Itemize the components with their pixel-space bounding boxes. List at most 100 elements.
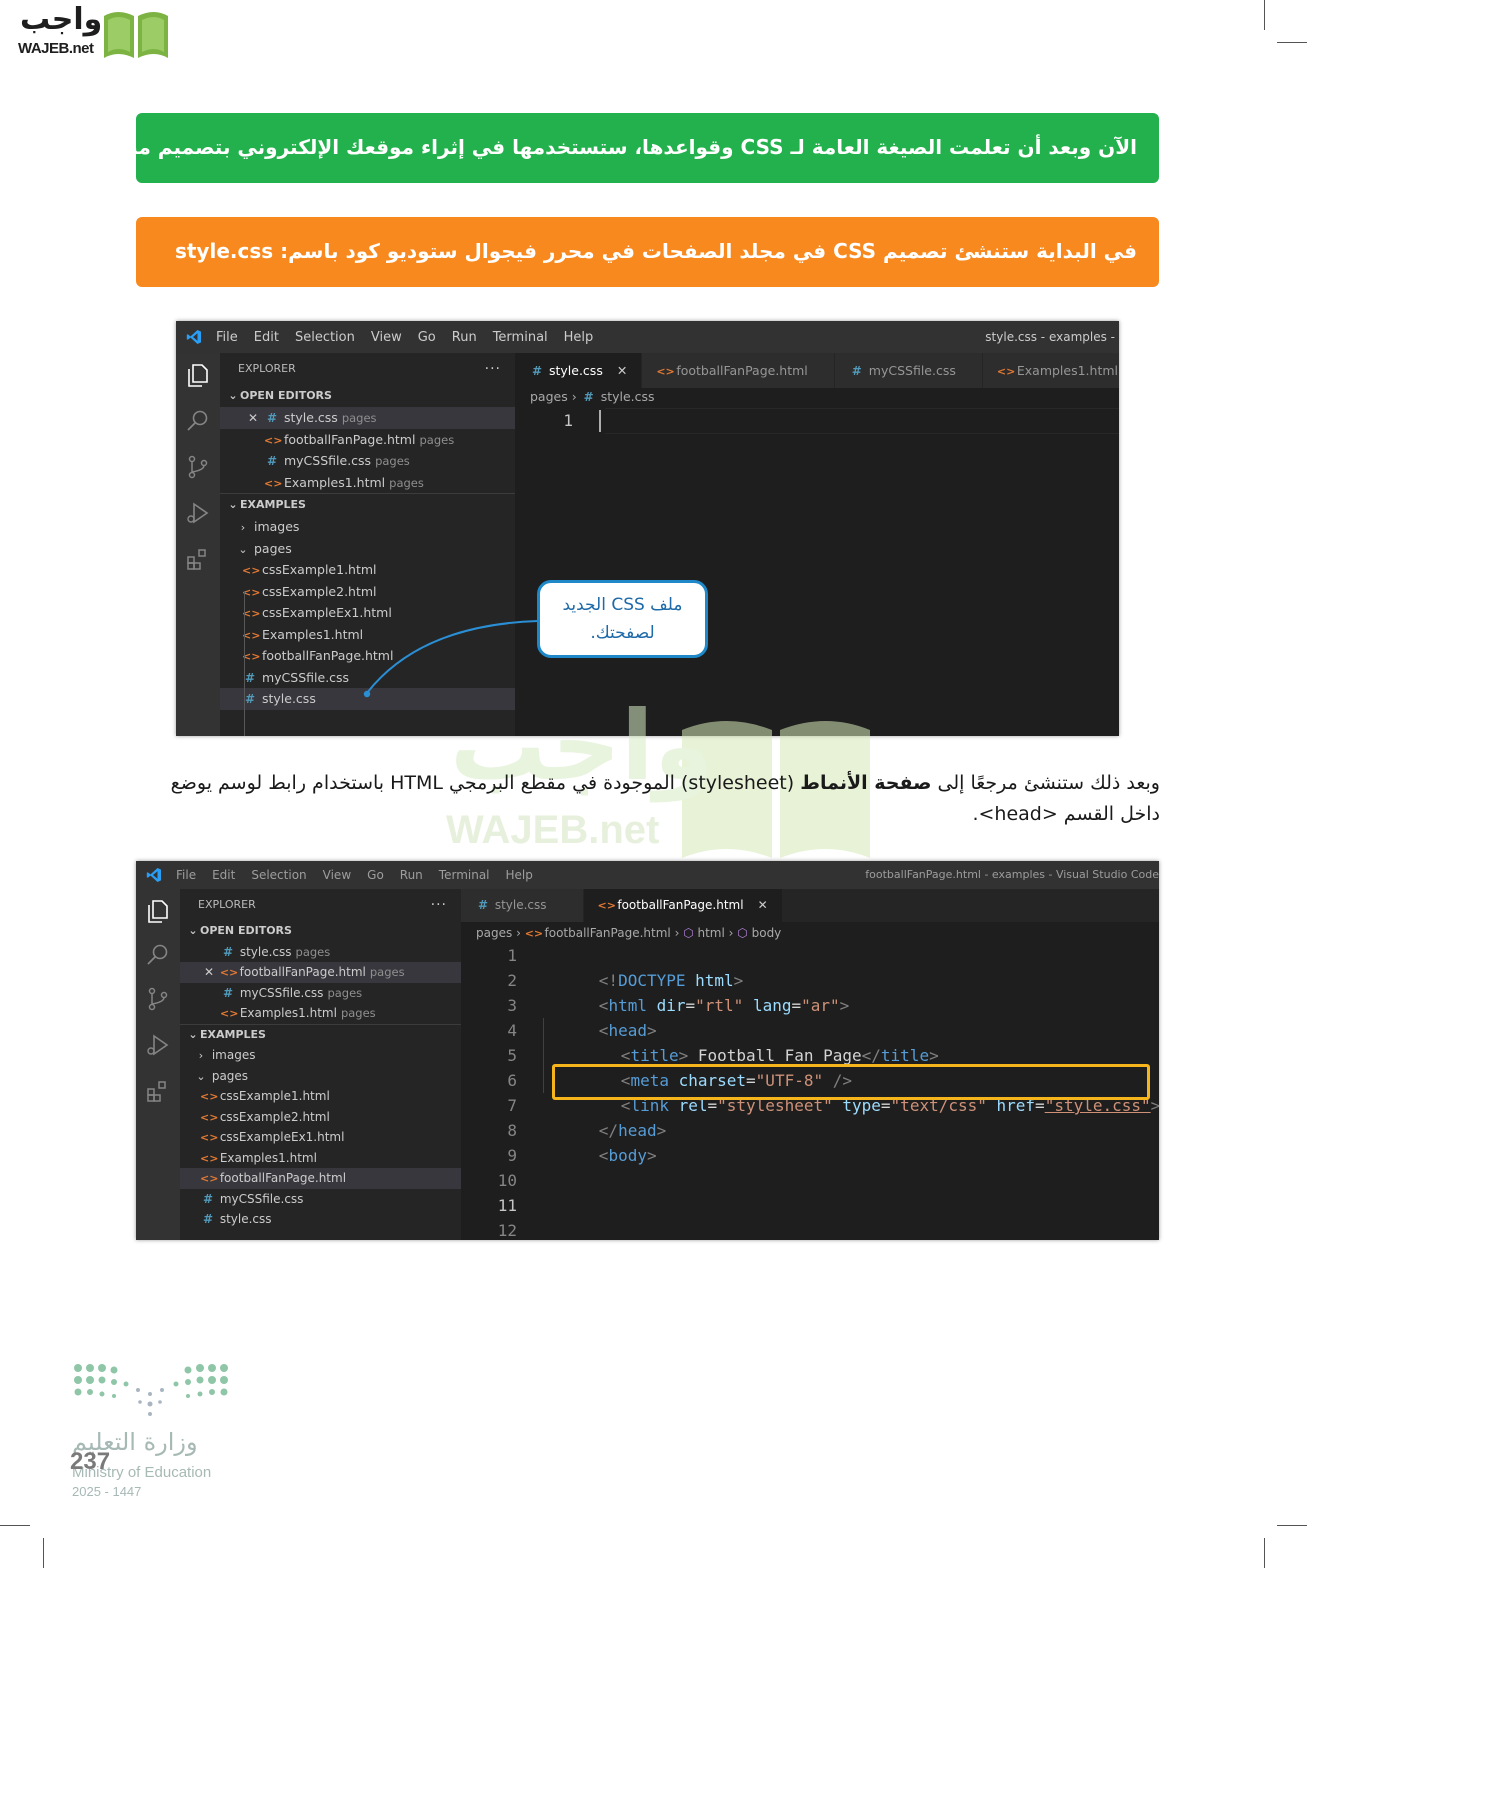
tab-style-css[interactable]: # style.css ✕	[515, 353, 643, 388]
intro-banner: الآن وبعد أن تعلمت الصيغة العامة لـ CSS …	[136, 113, 1159, 183]
open-editor-item[interactable]: <> Examples1.html pages	[180, 1003, 461, 1024]
menu-go[interactable]: Go	[410, 330, 444, 345]
menu-file[interactable]: File	[168, 868, 204, 882]
editor-tabs: # style.css ✕ <> footballFanPage.html # m…	[515, 353, 1119, 388]
file-item-selected[interactable]: <> footballFanPage.html	[180, 1168, 461, 1189]
paragraph-text: وبعد ذلك ستنشئ مرجعًا إلى	[931, 772, 1160, 794]
tab-mycssfile-css[interactable]: # myCSSfile.css	[834, 353, 983, 388]
menu-run[interactable]: Run	[392, 868, 431, 882]
menu-view[interactable]: View	[363, 330, 410, 345]
run-debug-icon[interactable]	[144, 1031, 172, 1059]
open-editor-item[interactable]: # myCSSfile.css pages	[220, 450, 515, 472]
breadcrumb-item[interactable]: html	[698, 926, 725, 940]
explorer-icon[interactable]	[184, 361, 212, 389]
file-item[interactable]: <> cssExampleEx1.html	[180, 1127, 461, 1148]
file-item[interactable]: # myCSSfile.css	[180, 1189, 461, 1210]
tab-style-css[interactable]: # style.css	[461, 889, 584, 922]
folder-pages[interactable]: ⌄ pages	[220, 538, 515, 560]
menu-view[interactable]: View	[315, 868, 359, 882]
breadcrumb-item[interactable]: footballFanPage.html	[545, 926, 671, 940]
open-editors-label: OPEN EDITORS	[240, 389, 332, 402]
chevron-right-icon: ›	[571, 389, 581, 404]
extensions-icon[interactable]	[184, 545, 212, 573]
tab-footballfanpage-html[interactable]: <> footballFanPage.html	[642, 353, 835, 388]
token: >	[656, 1121, 667, 1140]
text-cursor	[599, 410, 601, 432]
file-item[interactable]: <> cssExample1.html	[220, 559, 515, 581]
html-icon: <>	[200, 1131, 219, 1144]
more-actions-icon[interactable]: ···	[485, 353, 501, 385]
search-icon[interactable]	[184, 407, 212, 435]
explorer-icon[interactable]	[144, 897, 172, 925]
file-item[interactable]: # style.css	[180, 1209, 461, 1230]
source-control-icon[interactable]	[184, 453, 212, 481]
token: =	[685, 996, 696, 1015]
close-tab-icon[interactable]: ✕	[617, 363, 627, 378]
line-number: 4	[507, 1021, 517, 1040]
file-item[interactable]: <> cssExample2.html	[180, 1107, 461, 1128]
tab-footballfanpage-html[interactable]: <> footballFanPage.html ✕	[583, 889, 783, 922]
breadcrumb-item[interactable]: pages	[530, 389, 568, 404]
open-editor-item[interactable]: <> Examples1.html pages	[220, 472, 515, 494]
callout-line2: لصفحتك.	[590, 623, 655, 643]
menu-help[interactable]: Help	[556, 330, 602, 345]
folder-images[interactable]: › images	[180, 1045, 461, 1066]
breadcrumb-item[interactable]: pages	[476, 926, 512, 940]
crop-mark	[0, 1525, 30, 1526]
menu-file[interactable]: File	[208, 330, 246, 345]
open-editors-label: OPEN EDITORS	[200, 924, 292, 937]
menu-edit[interactable]: Edit	[204, 868, 243, 882]
tab-examples1-html[interactable]: <> Examples1.html	[982, 353, 1119, 388]
file-item[interactable]: <> Examples1.html	[180, 1148, 461, 1169]
file-name: cssExampleEx1.html	[219, 1130, 345, 1144]
more-actions-icon[interactable]: ···	[431, 889, 447, 921]
html-icon: <>	[656, 365, 675, 378]
examples-section[interactable]: ⌄ EXAMPLES	[220, 494, 515, 516]
menu-selection[interactable]: Selection	[243, 868, 314, 882]
folder-name: pages	[211, 1068, 249, 1083]
chevron-right-icon: ›	[674, 926, 684, 940]
open-editors-section[interactable]: ⌄ OPEN EDITORS	[180, 921, 461, 942]
vscode-window-footballfanpage: File Edit Selection View Go Run Terminal…	[136, 861, 1159, 1240]
menu-terminal[interactable]: Terminal	[485, 330, 556, 345]
extensions-icon[interactable]	[144, 1077, 172, 1105]
breadcrumb-item[interactable]: body	[752, 926, 782, 940]
file-name: Examples1.html	[283, 474, 386, 490]
examples-section[interactable]: ⌄ EXAMPLES	[180, 1025, 461, 1046]
file-item[interactable]: <> cssExample1.html	[180, 1086, 461, 1107]
file-item[interactable]: <> cssExample2.html	[220, 581, 515, 603]
source-control-icon[interactable]	[144, 985, 172, 1013]
folder-images[interactable]: › images	[220, 516, 515, 538]
folder-pages[interactable]: ⌄ pages	[180, 1066, 461, 1087]
menu-edit[interactable]: Edit	[246, 330, 287, 345]
menu-terminal[interactable]: Terminal	[431, 868, 498, 882]
folder-name: pages	[419, 432, 455, 447]
close-icon[interactable]: ✕	[202, 962, 216, 983]
open-editor-item[interactable]: <> footballFanPage.html pages	[220, 429, 515, 451]
open-editor-item[interactable]: ✕ <> footballFanPage.html pages	[180, 962, 461, 983]
search-icon[interactable]	[144, 941, 172, 969]
menu-selection[interactable]: Selection	[287, 330, 363, 345]
line-number: 1	[563, 411, 573, 430]
open-editor-item[interactable]: # style.css pages	[180, 942, 461, 963]
open-editor-item[interactable]: ✕ # style.css pages	[220, 407, 515, 429]
line-number: 2	[507, 971, 517, 990]
close-tab-icon[interactable]: ✕	[758, 898, 768, 912]
line-number: 5	[507, 1046, 517, 1065]
code-editor[interactable]: 1	[515, 408, 1119, 736]
menu-go[interactable]: Go	[359, 868, 392, 882]
menu-help[interactable]: Help	[498, 868, 541, 882]
wajeb-logo[interactable]: واجب WAJEB.net	[8, 2, 168, 60]
run-debug-icon[interactable]	[184, 499, 212, 527]
chevron-right-icon: ›	[728, 926, 738, 940]
title-bar: File Edit Selection View Go Run Terminal…	[176, 321, 1119, 353]
open-editor-item[interactable]: # myCSSfile.css pages	[180, 983, 461, 1004]
folder-name: pages	[295, 944, 331, 959]
line-number: 11	[497, 1196, 517, 1215]
token: </	[861, 1046, 881, 1065]
open-editors-section[interactable]: ⌄ OPEN EDITORS	[220, 385, 515, 407]
menu-run[interactable]: Run	[444, 330, 485, 345]
close-icon[interactable]: ✕	[246, 408, 260, 430]
breadcrumb-item[interactable]: style.css	[601, 389, 655, 404]
file-name: myCSSfile.css	[261, 669, 350, 685]
